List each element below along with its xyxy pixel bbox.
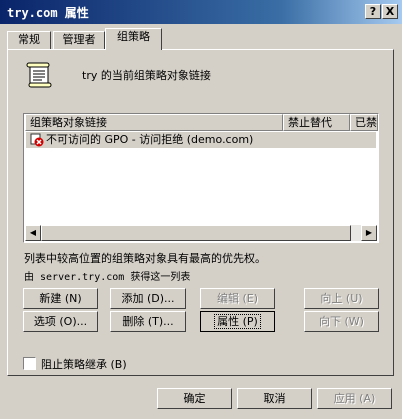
ok-button[interactable]: 确定 — [157, 388, 232, 409]
cancel-button[interactable]: 取消 — [237, 388, 312, 409]
column-header-disabled[interactable]: 已禁 — [350, 114, 378, 131]
error-icon — [30, 133, 44, 147]
block-inheritance-label[interactable]: 阻止策略继承 (B) — [41, 356, 127, 372]
move-down-button[interactable]: 向下 (W) — [304, 311, 379, 332]
delete-button[interactable]: 删除 (T)... — [110, 311, 186, 332]
gpo-link-description: try 的当前组策略对象链接 — [82, 69, 211, 82]
list-item-label: 不可访问的 GPO - 访问拒绝 (demo.com) — [46, 133, 254, 146]
new-button[interactable]: 新建 (N) — [23, 288, 98, 309]
scroll-left-arrow-icon[interactable]: ◀ — [25, 225, 41, 241]
help-button[interactable]: ? — [365, 4, 381, 19]
column-header-gpo-link[interactable]: 组策略对象链接 — [25, 114, 283, 131]
properties-button-label: 属性 (P) — [214, 314, 261, 329]
horizontal-scrollbar[interactable]: ◀ ▶ — [25, 225, 377, 241]
list-item[interactable]: 不可访问的 GPO - 访问拒绝 (demo.com) — [26, 132, 376, 148]
scroll-icon — [24, 60, 54, 90]
properties-button[interactable]: 属性 (P) — [200, 311, 275, 332]
tab-managed-by[interactable]: 管理者 — [53, 31, 105, 49]
block-inheritance-checkbox[interactable] — [23, 357, 36, 370]
gpo-link-list[interactable]: 组策略对象链接 禁止替代 已禁 不可访问的 GPO - 访问拒绝 (demo.c… — [23, 113, 379, 243]
title-bar[interactable]: try.com 属性 ? X — [0, 0, 402, 24]
scroll-thumb[interactable] — [41, 225, 351, 241]
scroll-right-arrow-icon[interactable]: ▶ — [361, 225, 377, 241]
tab-group-policy[interactable]: 组策略 — [105, 28, 162, 50]
tab-general[interactable]: 常规 — [7, 31, 51, 49]
move-up-button[interactable]: 向上 (U) — [304, 288, 379, 309]
source-note: 由 server.try.com 获得这一列表 — [24, 272, 191, 283]
properties-dialog: try.com 属性 ? X 常规 管理者 组策略 try 的当前组策略对象链接… — [0, 0, 402, 419]
add-button[interactable]: 添加 (D)... — [110, 288, 186, 309]
column-header-no-override[interactable]: 禁止替代 — [283, 114, 350, 131]
window-title: try.com 属性 — [7, 6, 89, 20]
apply-button[interactable]: 应用 (A) — [317, 388, 392, 409]
priority-note: 列表中较高位置的组策略对象具有最高的优先权。 — [24, 252, 266, 265]
edit-button[interactable]: 编辑 (E) — [200, 288, 275, 309]
options-button[interactable]: 选项 (O)... — [23, 311, 98, 332]
close-button[interactable]: X — [382, 4, 398, 19]
